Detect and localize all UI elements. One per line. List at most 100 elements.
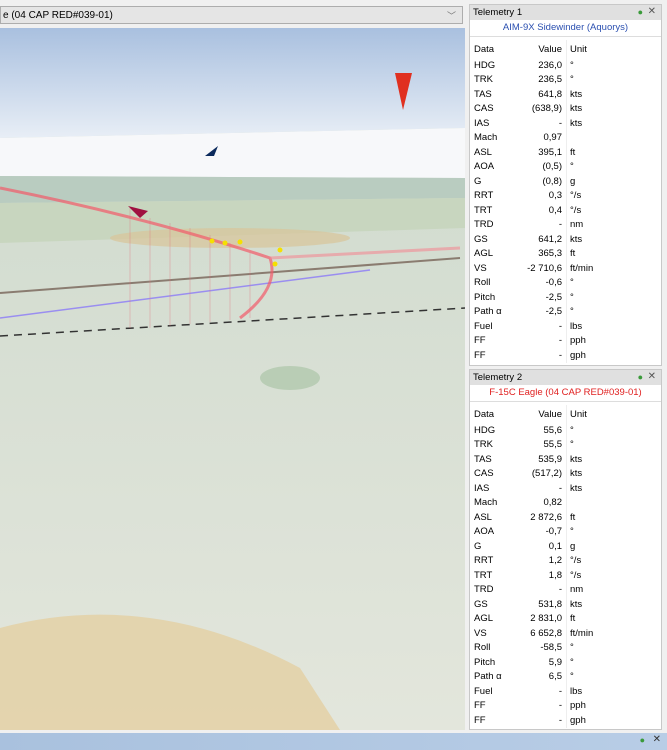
unit-cell: °	[566, 423, 606, 438]
unit-cell: °	[566, 275, 606, 290]
value-cell: -	[558, 714, 562, 726]
table-row: TAS 641,8 kts	[470, 87, 606, 102]
value-cell: -58,5	[540, 642, 562, 654]
data-cell: GS	[474, 598, 488, 610]
telemetry-panel-1: Telemetry 1 ● ✕ AIM-9X Sidewinder (Aquor…	[469, 4, 662, 366]
table-row: Path α -2,5 °	[470, 304, 606, 319]
data-cell: TRT	[474, 569, 493, 581]
value-cell: -2,5	[545, 291, 562, 303]
data-cell: HDG	[474, 424, 496, 436]
unit-cell: °	[566, 655, 606, 670]
unit-cell: °	[566, 640, 606, 655]
value-cell: 0,97	[543, 132, 563, 144]
table-row: Pitch 5,9 °	[470, 655, 606, 670]
close-icon[interactable]: ✕	[648, 6, 656, 17]
value-cell: -0,6	[545, 277, 562, 289]
table-row: VS 6 652,8 ft/min	[470, 626, 606, 641]
unit-cell: lbs	[566, 319, 606, 334]
data-cell: AOA	[474, 526, 495, 538]
panel-subject[interactable]: F-15C Eagle (04 CAP RED#039-01)	[470, 385, 661, 402]
unit-cell: ft	[566, 246, 606, 261]
value-cell: (0,8)	[542, 175, 562, 187]
data-cell: AGL	[474, 248, 494, 260]
chevron-down-icon[interactable]: ﹀	[447, 9, 456, 22]
unit-cell: ft	[566, 510, 606, 525]
data-cell: FF	[474, 700, 486, 712]
unit-cell: nm	[566, 217, 606, 232]
close-icon[interactable]: ✕	[648, 371, 656, 382]
table-row: Mach 0,97	[470, 130, 606, 145]
unit-cell: °	[566, 524, 606, 539]
table-row: Path α 6,5 °	[470, 669, 606, 684]
table-row: AOA (0,5) °	[470, 159, 606, 174]
close-icon[interactable]: ✕	[653, 734, 661, 745]
unit-cell: °/s	[566, 203, 606, 218]
object-selector[interactable]: e (04 CAP RED#039-01) ﹀	[0, 6, 463, 24]
value-cell: 55,6	[543, 424, 563, 436]
data-cell: IAS	[474, 117, 490, 129]
table-row: VS -2 710,6 ft/min	[470, 261, 606, 276]
unit-cell: °	[566, 304, 606, 319]
table-row: IAS - kts	[470, 116, 606, 131]
value-cell: (0,5)	[542, 161, 562, 173]
pin-icon[interactable]: ●	[638, 7, 643, 17]
table-row: Pitch -2,5 °	[470, 290, 606, 305]
3d-viewport[interactable]	[0, 28, 465, 730]
unit-cell: g	[566, 539, 606, 554]
pin-icon[interactable]: ●	[640, 735, 645, 745]
panel-title-bar: Telemetry 2 ● ✕	[470, 370, 661, 385]
table-row: HDG 236,0 °	[470, 58, 606, 73]
table-row: G (0,8) g	[470, 174, 606, 189]
value-cell: 1,8	[548, 569, 562, 581]
unit-cell: ft/min	[566, 626, 606, 641]
data-cell: IAS	[474, 482, 490, 494]
data-cell: TRK	[474, 74, 493, 86]
table-header-row: Data Value Unit	[470, 40, 606, 58]
data-cell: Pitch	[474, 291, 496, 303]
bottom-panel-title-bar: ● ✕	[0, 733, 667, 750]
data-cell: G	[474, 175, 482, 187]
table-row: Fuel - lbs	[470, 319, 606, 334]
table-row: FF - pph	[470, 698, 606, 713]
panel-subject[interactable]: AIM-9X Sidewinder (Aquorys)	[470, 20, 661, 37]
data-cell: Roll	[474, 277, 491, 289]
unit-cell: gph	[566, 348, 606, 363]
data-cell: Data	[474, 408, 495, 420]
value-cell: 0,82	[543, 497, 563, 509]
data-cell: HDG	[474, 59, 496, 71]
value-cell: 395,1	[538, 146, 562, 158]
table-row: TRK 55,5 °	[470, 437, 606, 452]
table-row: Fuel - lbs	[470, 684, 606, 699]
data-cell: Roll	[474, 642, 491, 654]
table-row: Roll -0,6 °	[470, 275, 606, 290]
data-cell: FF	[474, 714, 486, 726]
value-cell: 641,8	[538, 88, 562, 100]
value-cell: -	[558, 320, 562, 332]
value-cell: 236,0	[538, 59, 562, 71]
table-row: TRT 1,8 °/s	[470, 568, 606, 583]
value-cell: -	[558, 584, 562, 596]
table-row: GS 531,8 kts	[470, 597, 606, 612]
pin-icon[interactable]: ●	[638, 372, 643, 382]
data-cell: CAS	[474, 468, 494, 480]
panel-title: Telemetry 2	[473, 372, 523, 383]
value-cell: 2 872,6	[530, 511, 562, 523]
unit-cell: kts	[566, 101, 606, 116]
unit-cell: kts	[566, 116, 606, 131]
data-cell: G	[474, 540, 482, 552]
unit-cell: kts	[566, 452, 606, 467]
value-cell: -2,5	[545, 306, 562, 318]
table-row: TRD - nm	[470, 582, 606, 597]
value-cell: -	[558, 335, 562, 347]
value-cell: -	[558, 349, 562, 361]
unit-cell: Unit	[566, 405, 606, 423]
table-row: AGL 365,3 ft	[470, 246, 606, 261]
value-cell: -0,7	[545, 526, 562, 538]
unit-cell: pph	[566, 333, 606, 348]
value-cell: -	[558, 685, 562, 697]
value-cell: 6,5	[548, 671, 562, 683]
value-cell: 641,2	[538, 233, 562, 245]
unit-cell: °	[566, 58, 606, 73]
table-row: IAS - kts	[470, 481, 606, 496]
data-cell: FF	[474, 335, 486, 347]
